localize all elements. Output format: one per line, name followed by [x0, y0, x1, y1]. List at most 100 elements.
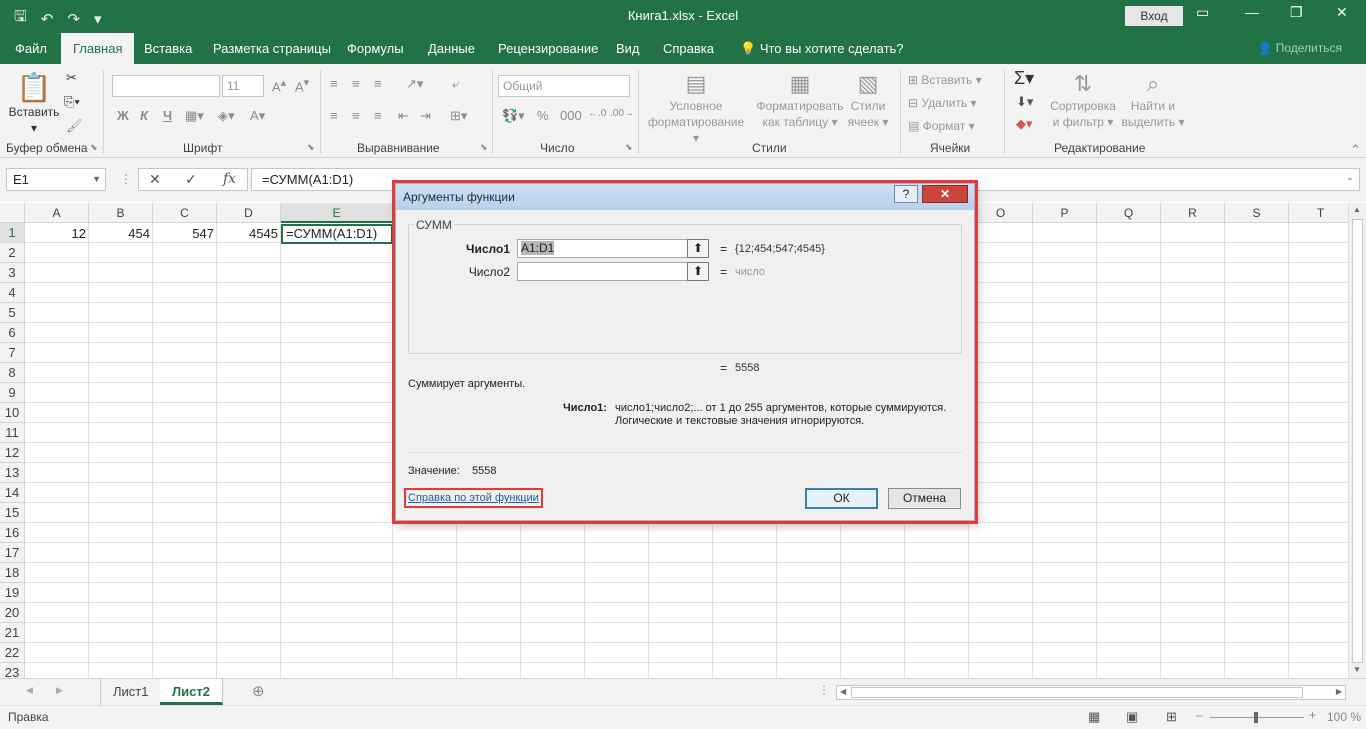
decrease-decimal-icon[interactable]: .00→: [610, 108, 634, 119]
scroll-left-icon[interactable]: ◀: [840, 687, 846, 696]
underline-button[interactable]: Ч: [163, 108, 172, 123]
column-header-c[interactable]: C: [153, 203, 217, 223]
tab-review[interactable]: Рецензирование: [486, 33, 610, 64]
tab-formulas[interactable]: Формулы: [335, 33, 416, 64]
format-as-table-button[interactable]: ▦ Форматировать как таблицу ▾: [752, 70, 848, 130]
italic-button[interactable]: К: [140, 108, 148, 123]
close-icon[interactable]: ✕: [922, 185, 968, 203]
align-left-icon[interactable]: ≡: [330, 108, 338, 123]
dialog-launcher-icon[interactable]: ⬊: [480, 142, 488, 153]
format-painter-icon[interactable]: 🖌: [66, 118, 83, 134]
align-right-icon[interactable]: ≡: [374, 108, 382, 123]
insert-cells-button[interactable]: ⊞ Вставить ▾: [908, 72, 982, 88]
number-format-select[interactable]: Общий: [498, 75, 630, 97]
share-button[interactable]: 👤 Поделиться: [1257, 41, 1342, 55]
sheet-tab-2[interactable]: Лист2: [160, 679, 223, 705]
zoom-slider-thumb[interactable]: [1254, 712, 1258, 723]
splitter-icon[interactable]: ⋮: [818, 683, 830, 697]
expand-formula-icon[interactable]: ⌄: [1346, 172, 1354, 183]
scroll-thumb[interactable]: [1352, 219, 1363, 663]
collapse-ribbon-icon[interactable]: ⌃: [1350, 142, 1361, 158]
collapse-dialog-icon[interactable]: ⬆: [687, 239, 709, 258]
wrap-text-icon[interactable]: ⤶: [452, 76, 459, 92]
scroll-up-icon[interactable]: ▲: [1353, 205, 1361, 214]
column-header-e[interactable]: E: [281, 203, 393, 223]
prev-sheet-icon[interactable]: ◀: [26, 685, 33, 696]
cell-d1[interactable]: 4545: [218, 224, 281, 244]
tab-home[interactable]: Главная: [61, 33, 135, 64]
add-sheet-icon[interactable]: ⊕: [252, 682, 265, 700]
column-header-b[interactable]: B: [89, 203, 153, 223]
row-header-17[interactable]: 17: [0, 543, 25, 563]
row-header-16[interactable]: 16: [0, 523, 25, 543]
cell-c1[interactable]: 547: [154, 224, 217, 244]
row-header-13[interactable]: 13: [0, 463, 25, 483]
row-header-9[interactable]: 9: [0, 383, 25, 403]
cancel-icon[interactable]: ✕: [149, 171, 161, 188]
row-header-3[interactable]: 3: [0, 263, 25, 283]
row-header-5[interactable]: 5: [0, 303, 25, 323]
font-color-icon[interactable]: A▾: [250, 108, 265, 124]
dialog-launcher-icon[interactable]: ⬊: [90, 142, 98, 153]
collapse-dialog-icon[interactable]: ⬆: [687, 262, 709, 281]
select-all-corner[interactable]: [0, 203, 25, 223]
zoom-level[interactable]: 100 %: [1327, 710, 1361, 724]
increase-decimal-icon[interactable]: ←.0: [588, 108, 606, 119]
column-header-r[interactable]: R: [1161, 203, 1225, 223]
orientation-icon[interactable]: ↗▾: [406, 76, 423, 92]
page-break-view-icon[interactable]: ⊞: [1166, 709, 1177, 725]
copy-icon[interactable]: ⎘▾: [64, 94, 80, 110]
font-size-select[interactable]: 11: [222, 75, 264, 97]
row-header-19[interactable]: 19: [0, 583, 25, 603]
splitter-icon[interactable]: ⋮: [120, 172, 132, 186]
merge-icon[interactable]: ⊞▾: [450, 108, 467, 124]
delete-cells-button[interactable]: ⊟ Удалить ▾: [908, 95, 977, 111]
dialog-title-bar[interactable]: Аргументы функции ? ✕: [396, 184, 974, 210]
close-icon[interactable]: ✕: [1336, 4, 1348, 21]
zoom-in-icon[interactable]: +: [1309, 708, 1316, 722]
normal-view-icon[interactable]: ▦: [1088, 709, 1100, 725]
cell-a1[interactable]: 12: [26, 224, 89, 244]
arg2-input[interactable]: [517, 262, 709, 281]
align-top-icon[interactable]: ≡: [330, 76, 338, 91]
dialog-launcher-icon[interactable]: ⬊: [625, 142, 633, 153]
sort-filter-button[interactable]: ⇅ Сортировка и фильтр ▾: [1046, 70, 1120, 130]
column-header-a[interactable]: A: [25, 203, 89, 223]
tell-me-box[interactable]: 💡 Что вы хотите сделать?: [728, 33, 916, 64]
tab-insert[interactable]: Вставка: [132, 33, 204, 64]
find-select-button[interactable]: ⌕ Найти и выделить ▾: [1120, 70, 1186, 130]
row-header-7[interactable]: 7: [0, 343, 25, 363]
format-cells-button[interactable]: ▤ Формат ▾: [908, 118, 975, 134]
row-header-6[interactable]: 6: [0, 323, 25, 343]
align-bottom-icon[interactable]: ≡: [374, 76, 382, 91]
column-header-p[interactable]: P: [1033, 203, 1097, 223]
tab-page-layout[interactable]: Разметка страницы: [201, 33, 343, 64]
row-header-4[interactable]: 4: [0, 283, 25, 303]
tab-view[interactable]: Вид: [604, 33, 652, 64]
increase-indent-icon[interactable]: ⇥: [420, 108, 431, 124]
minimize-icon[interactable]: —: [1245, 4, 1259, 20]
ribbon-display-icon[interactable]: ▭: [1196, 4, 1209, 21]
vertical-scrollbar[interactable]: ▲ ▼: [1348, 203, 1366, 678]
help-link[interactable]: Справка по этой функции: [404, 488, 543, 508]
arg1-input[interactable]: A1:D1: [517, 239, 709, 258]
row-header-1[interactable]: 1: [0, 223, 25, 243]
row-header-2[interactable]: 2: [0, 243, 25, 263]
align-center-icon[interactable]: ≡: [352, 108, 360, 123]
bold-button[interactable]: Ж: [117, 108, 129, 123]
dialog-launcher-icon[interactable]: ⬊: [307, 142, 315, 153]
font-shrink-icon[interactable]: A▾: [295, 76, 309, 94]
row-header-14[interactable]: 14: [0, 483, 25, 503]
column-header-s[interactable]: S: [1225, 203, 1289, 223]
enter-icon[interactable]: ✓: [185, 171, 197, 188]
name-box[interactable]: E1 ▼: [6, 168, 106, 191]
horizontal-scrollbar[interactable]: ◀ ▶: [836, 685, 1346, 700]
row-header-15[interactable]: 15: [0, 503, 25, 523]
fill-icon[interactable]: ⬇▾: [1016, 94, 1033, 110]
cancel-button[interactable]: Отмена: [888, 488, 961, 509]
percent-icon[interactable]: %: [537, 108, 549, 123]
scroll-down-icon[interactable]: ▼: [1353, 665, 1361, 674]
borders-icon[interactable]: ▦▾: [185, 108, 204, 124]
row-header-12[interactable]: 12: [0, 443, 25, 463]
zoom-out-icon[interactable]: –: [1196, 708, 1203, 722]
